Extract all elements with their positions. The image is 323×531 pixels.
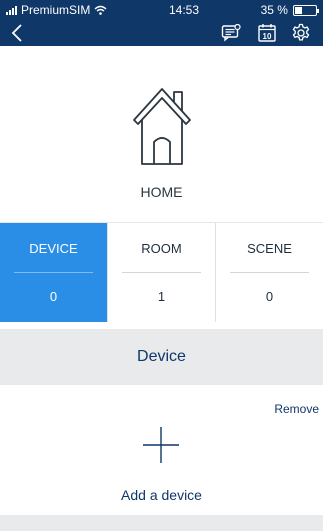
remove-button[interactable]: Remove xyxy=(274,402,319,416)
tab-scene[interactable]: SCENE 0 xyxy=(216,223,323,322)
calendar-icon: 10 xyxy=(258,24,276,42)
tab-divider xyxy=(230,272,309,273)
add-device-label[interactable]: Add a device xyxy=(0,487,323,503)
add-device-button[interactable] xyxy=(141,425,181,465)
nav-bar: 10 xyxy=(0,20,323,46)
category-tabs: DEVICE 0 ROOM 1 SCENE 0 xyxy=(0,222,323,322)
home-label: HOME xyxy=(140,184,183,200)
battery-icon xyxy=(292,4,319,16)
plus-icon xyxy=(143,427,179,463)
tab-count: 1 xyxy=(157,289,166,304)
chevron-left-icon xyxy=(11,24,22,42)
status-right: 35 % xyxy=(260,3,319,17)
calendar-day: 10 xyxy=(263,32,272,41)
status-bar: PremiumSIM 14:53 35 % xyxy=(0,0,323,20)
tab-label: DEVICE xyxy=(29,241,78,256)
carrier-name: PremiumSIM xyxy=(21,3,91,17)
section-title: Device xyxy=(0,329,323,385)
tab-label: SCENE xyxy=(247,241,292,256)
message-icon xyxy=(221,24,241,42)
messages-button[interactable] xyxy=(220,22,242,44)
status-left: PremiumSIM xyxy=(6,3,107,17)
battery-percent: 35 % xyxy=(260,3,288,17)
home-icon-block xyxy=(0,86,323,171)
tab-room[interactable]: ROOM 1 xyxy=(108,223,216,322)
status-time: 14:53 xyxy=(168,3,199,17)
battery-fill xyxy=(294,6,302,14)
settings-button[interactable] xyxy=(290,22,312,44)
bottom-strip xyxy=(0,515,323,531)
tab-count: 0 xyxy=(49,289,58,304)
signal-icon xyxy=(6,5,17,15)
tab-device[interactable]: DEVICE 0 xyxy=(0,223,108,322)
gear-icon xyxy=(292,23,310,41)
wifi-icon xyxy=(94,5,107,15)
tab-divider xyxy=(14,272,93,273)
tab-count: 0 xyxy=(265,289,274,304)
back-button[interactable] xyxy=(4,20,30,46)
tab-label: ROOM xyxy=(141,241,182,256)
house-icon xyxy=(132,88,191,165)
calendar-button[interactable]: 10 xyxy=(256,22,278,44)
tab-divider xyxy=(122,272,201,273)
